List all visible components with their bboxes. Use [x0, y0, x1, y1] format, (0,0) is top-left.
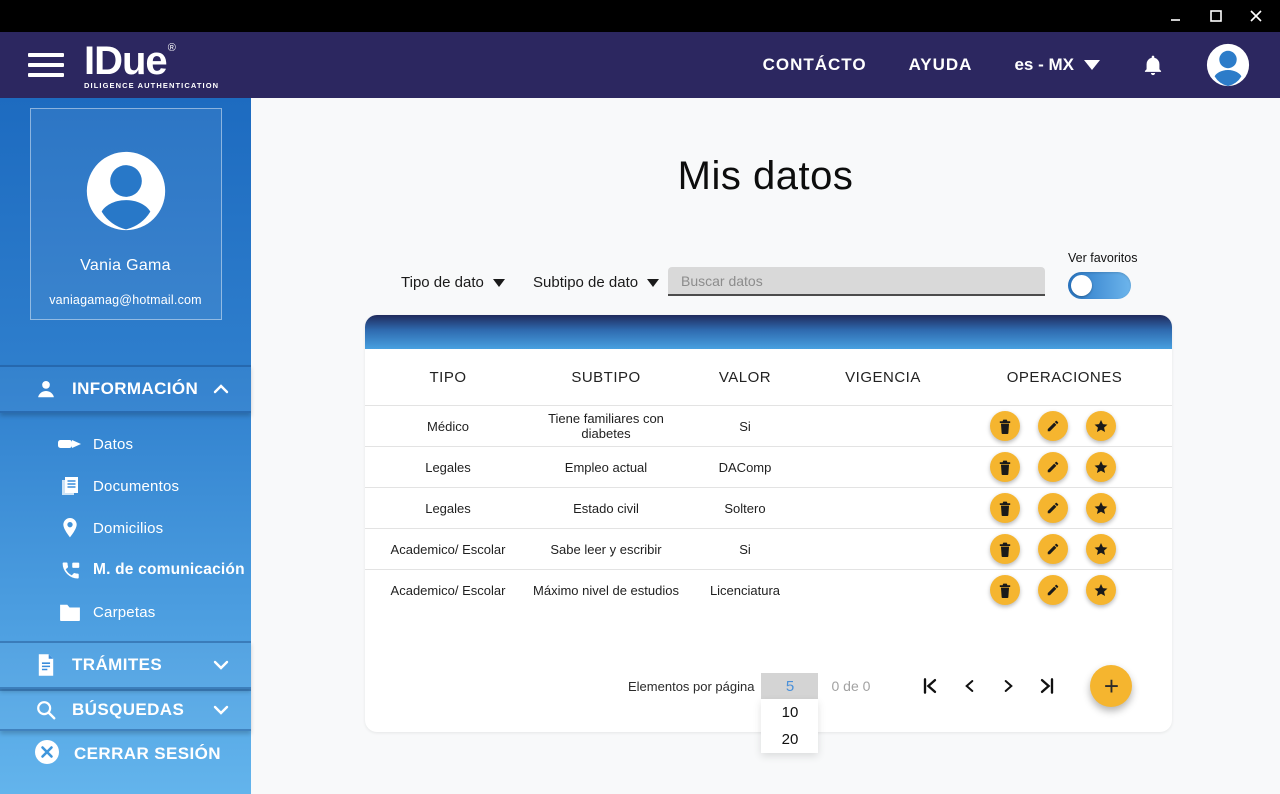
search-icon [34, 699, 58, 721]
page-size-option-20[interactable]: 20 [761, 726, 818, 753]
column-header-vigencia: VIGENCIA [845, 368, 921, 386]
items-per-page-label: Elementos por página [628, 678, 755, 694]
favorite-button[interactable] [1085, 411, 1116, 441]
delete-button[interactable] [989, 411, 1020, 441]
column-header-valor: VALOR [718, 368, 772, 386]
chevron-down-icon [213, 704, 229, 716]
minimize-icon[interactable] [1168, 8, 1184, 24]
subtipo-de-dato-dropdown[interactable]: Subtipo de dato [533, 274, 660, 291]
chevron-down-icon [1084, 60, 1100, 70]
documents-icon [58, 475, 82, 497]
first-page-icon[interactable] [919, 675, 941, 697]
section-label: INFORMACIÓN [72, 379, 199, 398]
logout-label: CERRAR SESIÓN [74, 744, 221, 763]
sidebar-section-informacion[interactable]: INFORMACIÓN [0, 365, 251, 413]
notifications-bell-icon[interactable] [1142, 53, 1164, 77]
phone-icon [58, 560, 82, 581]
page-range-label: 0 de 0 [831, 678, 871, 694]
table-row: Legales Estado civil Soltero [365, 487, 1172, 528]
close-circle-icon [34, 739, 60, 770]
sidebar: Vania Gama vaniagamag@hotmail.com INFORM… [0, 98, 251, 794]
delete-button[interactable] [989, 452, 1020, 482]
favorites-toggle-label: Ver favoritos [1068, 251, 1138, 265]
toggle-knob [1071, 275, 1092, 296]
nav-ayuda[interactable]: AYUDA [909, 55, 973, 75]
logout-button[interactable]: CERRAR SESIÓN [0, 731, 251, 777]
location-pin-icon [58, 517, 82, 539]
sidebar-section-busquedas[interactable]: BÚSQUEDAS [0, 689, 251, 731]
edit-button[interactable] [1037, 493, 1068, 523]
language-selector[interactable]: es - MX [1014, 55, 1100, 75]
sidebar-item-datos[interactable]: Datos [0, 423, 251, 465]
chevron-down-icon [492, 278, 505, 287]
app-header: IDue ® DILIGENCE AUTHENTICATION CONTÁCTO… [0, 32, 1280, 98]
delete-button[interactable] [989, 534, 1020, 564]
section-label: TRÁMITES [72, 655, 163, 674]
user-avatar[interactable] [1206, 43, 1250, 87]
data-table-card: TIPO SUBTIPO VALOR VIGENCIA OPERACIONES … [365, 315, 1172, 753]
pagination-bar: Elementos por página 5 10 20 0 de 0 + [365, 640, 1172, 753]
main-content: Mis datos Tipo de dato Subtipo de dato V… [251, 98, 1280, 794]
table-gradient-header [365, 315, 1172, 349]
chevron-down-icon [647, 278, 660, 287]
edit-button[interactable] [1037, 411, 1068, 441]
add-data-button[interactable]: + [1090, 665, 1133, 707]
edit-button[interactable] [1037, 452, 1068, 482]
chevron-down-icon [213, 659, 229, 671]
sidebar-section-tramites[interactable]: TRÁMITES [0, 641, 251, 689]
column-header-tipo: TIPO [429, 368, 467, 386]
nav-contacto[interactable]: CONTÁCTO [763, 55, 867, 75]
pen-icon [58, 436, 82, 452]
edit-button[interactable] [1037, 575, 1068, 605]
window-titlebar [0, 0, 1280, 32]
sidebar-item-documentos[interactable]: Documentos [0, 465, 251, 507]
favorite-button[interactable] [1085, 534, 1116, 564]
profile-avatar [86, 151, 166, 231]
logo-subtitle: DILIGENCE AUTHENTICATION [84, 80, 220, 90]
logo-title: IDue [84, 38, 168, 83]
next-page-icon[interactable] [997, 675, 1019, 697]
page-title: Mis datos [677, 154, 854, 198]
filter-bar: Tipo de dato Subtipo de dato Ver favorit… [365, 247, 1172, 303]
section-label: BÚSQUEDAS [72, 700, 185, 719]
table-header-row: TIPO SUBTIPO VALOR VIGENCIA OPERACIONES [365, 349, 1172, 405]
informacion-submenu: Datos Documentos Domicilios M. de comuni… [0, 413, 251, 641]
app-logo: IDue ® DILIGENCE AUTHENTICATION [84, 41, 219, 90]
language-value: es - MX [1014, 55, 1074, 74]
table-row: Legales Empleo actual DAComp [365, 446, 1172, 487]
delete-button[interactable] [989, 575, 1020, 605]
delete-button[interactable] [989, 493, 1020, 523]
close-icon[interactable] [1248, 8, 1264, 24]
page-size-select[interactable]: 5 10 20 [761, 673, 819, 753]
edit-button[interactable] [1037, 534, 1068, 564]
hamburger-menu-icon[interactable] [28, 53, 64, 77]
sidebar-item-domicilios[interactable]: Domicilios [0, 507, 251, 549]
table-row: Academico/ Escolar Sabe leer y escribir … [365, 528, 1172, 569]
search-input[interactable] [668, 267, 1045, 296]
page-size-option-10[interactable]: 10 [761, 699, 818, 726]
maximize-icon[interactable] [1208, 8, 1224, 24]
sidebar-item-carpetas[interactable]: Carpetas [0, 591, 251, 633]
favorite-button[interactable] [1085, 575, 1116, 605]
favorite-button[interactable] [1085, 493, 1116, 523]
chevron-up-icon [213, 383, 229, 395]
favorite-button[interactable] [1085, 452, 1116, 482]
document-icon [34, 654, 58, 676]
logo-registered-mark: ® [167, 41, 176, 54]
person-icon [34, 378, 58, 400]
profile-name: Vania Gama [80, 257, 171, 274]
column-header-subtipo: SUBTIPO [571, 368, 641, 386]
profile-card: Vania Gama vaniagamag@hotmail.com [29, 108, 222, 320]
page-size-options: 10 20 [761, 699, 819, 753]
table-row: Médico Tiene familiares con diabetes Si [365, 405, 1172, 446]
sidebar-item-m-de-comunicacion[interactable]: M. de comunicación [0, 549, 251, 591]
profile-email: vaniagamag@hotmail.com [49, 293, 202, 307]
column-header-operaciones: OPERACIONES [1006, 368, 1123, 386]
favorites-toggle[interactable] [1068, 272, 1131, 299]
folder-icon [58, 603, 82, 621]
previous-page-icon[interactable] [958, 675, 980, 697]
table-row: Academico/ Escolar Máximo nivel de estud… [365, 569, 1172, 610]
tipo-de-dato-dropdown[interactable]: Tipo de dato [401, 274, 505, 291]
last-page-icon[interactable] [1036, 675, 1058, 697]
